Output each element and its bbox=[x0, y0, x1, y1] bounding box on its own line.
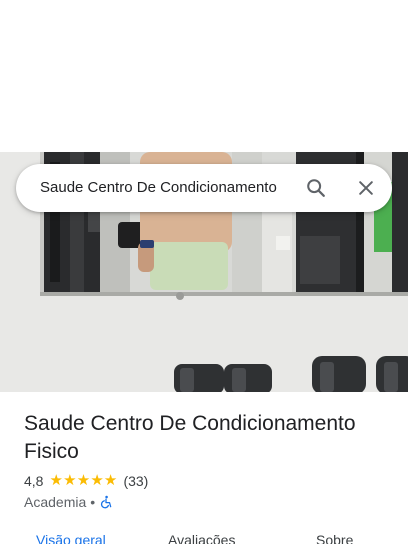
rating-row[interactable]: 4,8 ★ ★ ★ ★ ★ (33) bbox=[24, 472, 148, 490]
star-icon: ★ bbox=[63, 472, 77, 489]
wheelchair-accessible-icon bbox=[101, 495, 112, 509]
clear-search-button[interactable] bbox=[350, 172, 382, 204]
place-category: Academia bbox=[24, 494, 87, 510]
place-title: Saude Centro De Condicionamento Fisico bbox=[24, 412, 356, 463]
star-icon: ★ bbox=[49, 472, 63, 489]
rating-value: 4,8 bbox=[24, 473, 44, 489]
search-button[interactable] bbox=[300, 172, 332, 204]
search-input[interactable]: Saude Centro De Condicionamento bbox=[40, 164, 296, 212]
search-bar[interactable]: Saude Centro De Condicionamento bbox=[16, 164, 392, 212]
tab-about[interactable]: Sobre bbox=[316, 532, 353, 544]
star-icon: ★ bbox=[103, 472, 118, 489]
search-icon bbox=[307, 179, 325, 197]
separator-dot: • bbox=[90, 494, 96, 510]
close-icon bbox=[359, 181, 373, 195]
tab-overview[interactable]: Visão geral bbox=[36, 532, 106, 544]
map-blank-area bbox=[0, 0, 408, 152]
star-rating: ★ ★ ★ ★ ★ bbox=[49, 472, 118, 490]
star-icon: ★ bbox=[76, 472, 91, 489]
place-tabs: Visão geral Avaliações Sobre bbox=[0, 528, 408, 544]
category-row: Academia • bbox=[24, 493, 113, 511]
star-icon: ★ bbox=[90, 472, 104, 489]
place-info-panel: Saude Centro De Condicionamento Fisico 4… bbox=[0, 392, 408, 544]
review-count: (33) bbox=[123, 473, 149, 489]
tab-reviews[interactable]: Avaliações bbox=[168, 532, 235, 544]
